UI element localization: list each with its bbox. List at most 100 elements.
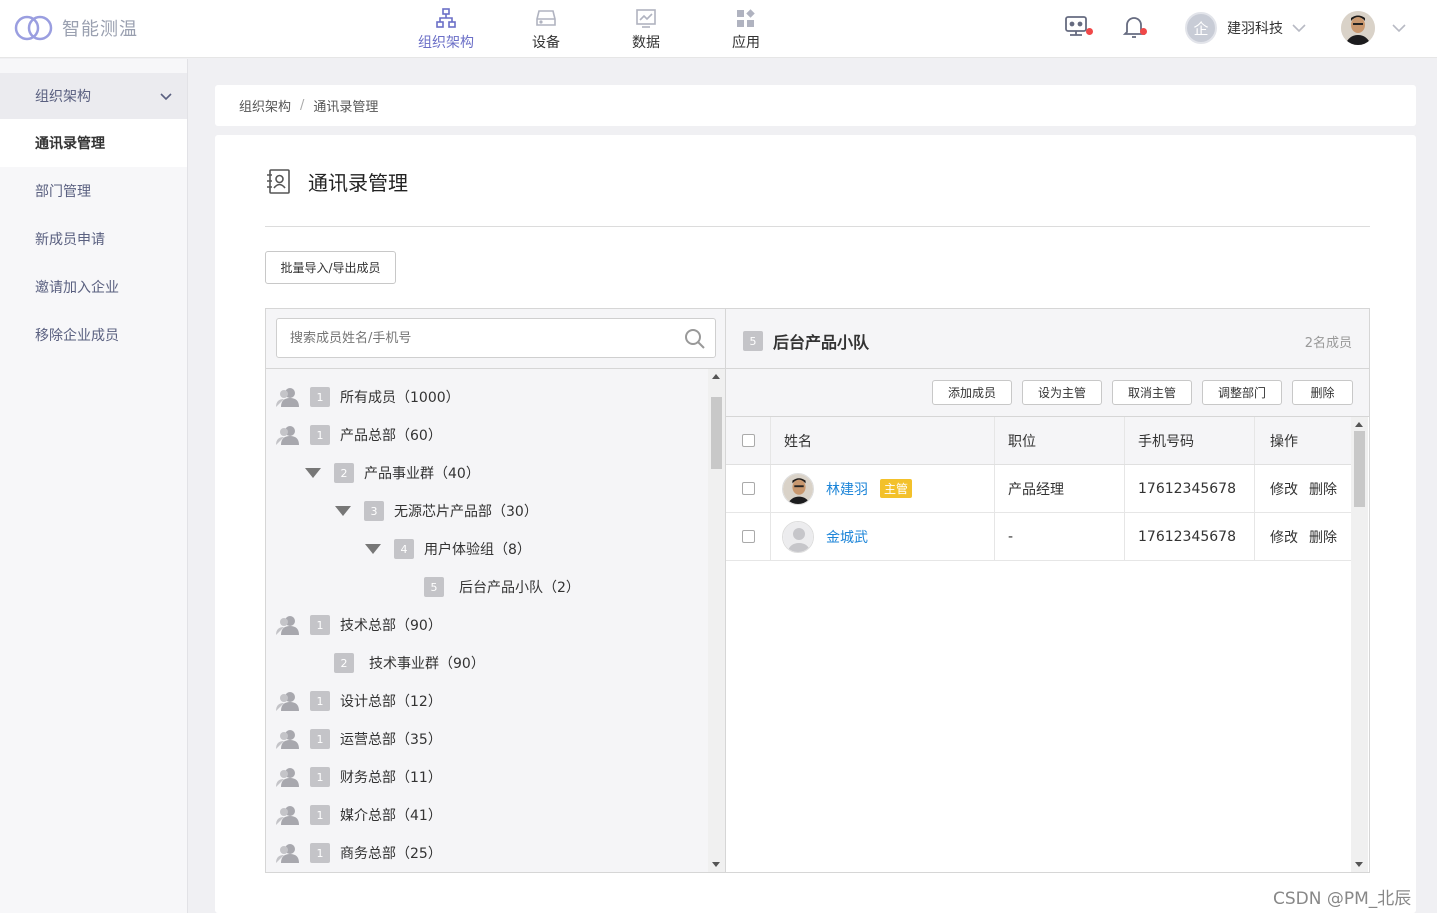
tree-node-tech-hq[interactable]: 1 技术总部（90） <box>276 606 442 644</box>
table-row[interactable]: 林建羽 主管 产品经理 17612345678 修改 删除 <box>726 465 1351 513</box>
tree-node-label: 设计总部（12） <box>340 694 442 710</box>
add-member-button[interactable]: 添加成员 <box>932 380 1012 405</box>
chevron-down-icon <box>160 93 172 101</box>
manager-tag: 主管 <box>880 479 913 498</box>
user-menu[interactable] <box>1341 11 1407 45</box>
tree-node-label: 商务总部（25） <box>340 846 442 862</box>
member-name-link[interactable]: 林建羽 <box>826 479 868 499</box>
tree-scrollbar[interactable] <box>708 369 725 872</box>
logo-text: 智能测温 <box>62 19 138 40</box>
breadcrumb-root[interactable]: 组织架构 <box>239 96 291 115</box>
table-row[interactable]: 金城武 - 17612345678 修改 删除 <box>726 513 1351 561</box>
row-checkbox[interactable] <box>741 482 755 495</box>
row-select-cell <box>726 513 770 560</box>
tree-node-operations-hq[interactable]: 1 运营总部（35） <box>276 720 442 758</box>
row-select-cell <box>726 465 770 512</box>
table-header: 姓名 职位 手机号码 操作 <box>726 417 1351 465</box>
nav-apps[interactable]: 应用 <box>696 0 796 58</box>
title-divider <box>265 226 1370 227</box>
tree-node-backend-squad[interactable]: 5 后台产品小队（2） <box>424 568 580 606</box>
tree-node-label: 产品事业群（40） <box>364 466 480 482</box>
member-name-link[interactable]: 金城武 <box>826 527 868 547</box>
unset-manager-button[interactable]: 取消主管 <box>1112 380 1192 405</box>
tree-node-product-hq[interactable]: 1 产品总部（60） <box>276 416 442 454</box>
bell-icon <box>1122 17 1146 38</box>
breadcrumb: 组织架构 / 通讯录管理 <box>215 85 1416 126</box>
delete-link[interactable]: 删除 <box>1309 479 1337 499</box>
page-header: 通讯录管理 <box>265 167 408 196</box>
sidebar-item-invite[interactable]: 邀请加入企业 <box>0 263 187 311</box>
tree-node-tech-group[interactable]: 2 技术事业群（90） <box>334 644 485 682</box>
edit-link[interactable]: 修改 <box>1270 479 1298 499</box>
company-switcher[interactable]: 企 建羽科技 <box>1185 12 1307 44</box>
delete-link[interactable]: 删除 <box>1309 527 1337 547</box>
select-all-checkbox[interactable] <box>741 434 755 447</box>
tree-node-passive-chip-dept[interactable]: 3 无源芯片产品部（30） <box>334 492 538 530</box>
level-badge: 5 <box>424 577 444 597</box>
nav-org-label: 组织架构 <box>418 34 474 51</box>
main-nav: 组织架构 设备 数据 应用 <box>396 0 796 58</box>
sidebar-item-remove-members[interactable]: 移除企业成员 <box>0 311 187 359</box>
nav-org[interactable]: 组织架构 <box>396 0 496 58</box>
member-toolbar: 添加成员 设为主管 取消主管 调整部门 删除 <box>726 369 1369 417</box>
detail-title: 5 后台产品小队 <box>743 329 869 353</box>
caret-down-icon[interactable] <box>334 505 352 517</box>
level-badge: 5 <box>743 331 763 351</box>
level-badge: 3 <box>364 501 384 521</box>
tree-node-product-group[interactable]: 2 产品事业群（40） <box>304 454 480 492</box>
chevron-down-icon <box>1392 24 1406 33</box>
scrollbar-thumb[interactable] <box>1354 431 1365 507</box>
tree-node-label: 后台产品小队（2） <box>459 580 580 596</box>
member-table: 姓名 职位 手机号码 操作 林建羽 主管 产品经理 17612345678 修改… <box>726 417 1351 561</box>
sidebar: 组织架构 通讯录管理 部门管理 新成员申请 邀请加入企业 移除企业成员 <box>0 59 188 913</box>
sidebar-item-new-applications[interactable]: 新成员申请 <box>0 215 187 263</box>
sidebar-item-label: 部门管理 <box>35 184 91 200</box>
caret-down-icon[interactable] <box>304 467 322 479</box>
level-badge: 1 <box>310 425 330 445</box>
select-all-cell <box>726 417 770 464</box>
people-icon <box>276 844 299 863</box>
company-avatar: 企 <box>1185 12 1217 44</box>
nav-device-label: 设备 <box>532 34 560 51</box>
caret-down-icon[interactable] <box>364 543 382 555</box>
scroll-up-arrow-icon[interactable] <box>1355 422 1363 427</box>
notification-button[interactable] <box>1122 14 1150 44</box>
edit-link[interactable]: 修改 <box>1270 527 1298 547</box>
robot-button[interactable] <box>1062 14 1094 44</box>
move-department-button[interactable]: 调整部门 <box>1202 380 1282 405</box>
tree-node-label: 技术事业群（90） <box>369 656 485 672</box>
logo[interactable]: 智能测温 <box>14 14 138 42</box>
tree-node-business-hq[interactable]: 1 商务总部（25） <box>276 834 442 872</box>
scroll-down-arrow-icon[interactable] <box>1355 862 1363 867</box>
level-badge: 1 <box>310 843 330 863</box>
sidebar-item-contacts[interactable]: 通讯录管理 <box>0 119 187 167</box>
sidebar-group-org[interactable]: 组织架构 <box>0 73 187 119</box>
scroll-down-arrow-icon[interactable] <box>712 862 720 867</box>
delete-button[interactable]: 删除 <box>1292 380 1353 405</box>
scrollbar-thumb[interactable] <box>711 397 722 469</box>
tree-node-media-hq[interactable]: 1 媒介总部（41） <box>276 796 442 834</box>
user-photo-icon <box>1341 11 1375 45</box>
tree-node-finance-hq[interactable]: 1 财务总部（11） <box>276 758 442 796</box>
tree-node-label: 技术总部（90） <box>340 618 442 634</box>
chart-icon <box>636 8 656 28</box>
set-manager-button[interactable]: 设为主管 <box>1022 380 1102 405</box>
name-cell: 金城武 <box>770 513 994 560</box>
nav-device[interactable]: 设备 <box>496 0 596 58</box>
nav-data-label: 数据 <box>632 34 660 51</box>
contacts-book-icon <box>267 169 290 194</box>
tree-node-all-members[interactable]: 1 所有成员（1000） <box>276 378 460 416</box>
search-input[interactable] <box>276 318 716 358</box>
tree-node-design-hq[interactable]: 1 设计总部（12） <box>276 682 442 720</box>
table-scrollbar[interactable] <box>1351 417 1368 872</box>
top-bar: 智能测温 组织架构 设备 数据 应用 企 建羽科技 <box>0 0 1437 58</box>
scroll-up-arrow-icon[interactable] <box>712 374 720 379</box>
tree-node-ux-team[interactable]: 4 用户体验组（8） <box>364 530 531 568</box>
batch-import-export-button[interactable]: 批量导入/导出成员 <box>265 251 396 284</box>
row-checkbox[interactable] <box>741 530 755 543</box>
nav-data[interactable]: 数据 <box>596 0 696 58</box>
search-icon[interactable] <box>684 328 706 350</box>
level-badge: 1 <box>310 615 330 635</box>
sidebar-item-departments[interactable]: 部门管理 <box>0 167 187 215</box>
people-icon <box>276 730 299 749</box>
